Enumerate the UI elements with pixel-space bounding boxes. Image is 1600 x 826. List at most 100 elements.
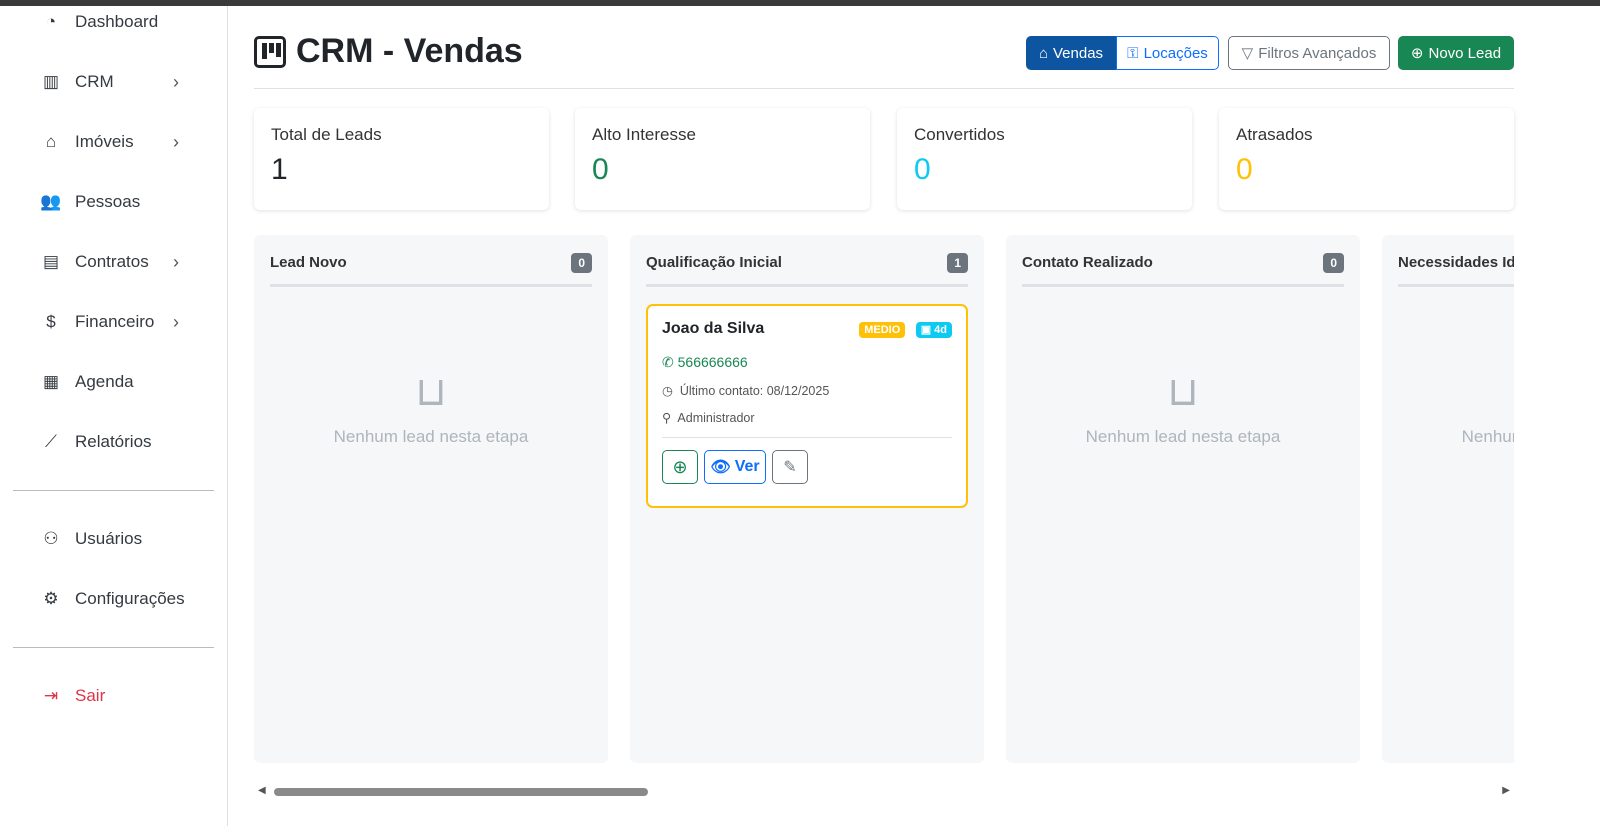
days-badge: ▣ 4d [915, 322, 952, 338]
plus-circle-icon: ⊕ [672, 456, 688, 477]
empty-state: ⊔ Nenhum lead nesta etapa [270, 369, 592, 447]
sidebar: ◔ Dashboard ▥ CRM › ⌂ Imóveis › 👥 Pessoas ▤ Con… [0, 6, 228, 826]
owner-text: Administrador [677, 411, 755, 425]
graph-icon: ⟋ [45, 432, 57, 451]
kanban-column: Contato Realizado 0 ⊔ Nenhum lead nesta et… [1006, 235, 1360, 763]
sidebar-item-pessoas[interactable]: 👥 Pessoas [40, 191, 190, 213]
new-lead-button[interactable]: ⊕ Novo Lead [1398, 36, 1514, 70]
stat-value: 0 [914, 153, 931, 186]
scroll-right-arrow[interactable]: ▶ [1502, 785, 1510, 796]
stat-label: Atrasados [1236, 125, 1313, 144]
whatsapp-icon: ✆ [662, 354, 674, 370]
last-contact: ◷ Último contato: 08/12/2025 [662, 383, 952, 398]
kanban-icon [254, 35, 286, 68]
label: Relatórios [75, 432, 152, 451]
document-icon: ▤ [42, 252, 60, 271]
kanban-column: Lead Novo 0 ⊔ Nenhum lead nesta etapa [254, 235, 608, 763]
kanban-board: Lead Novo 0 ⊔ Nenhum lead nesta etapa Qual… [254, 235, 1514, 763]
sidebar-item-agenda[interactable]: ▦ Agenda [40, 371, 190, 393]
page-title: CRM - Vendas [254, 32, 523, 71]
sidebar-item-dashboard[interactable]: ◔ Dashboard [40, 11, 190, 33]
advanced-filters-button[interactable]: ▽ Filtros Avançados [1228, 36, 1390, 70]
stat-atrasados: Atrasados 0 [1219, 108, 1514, 210]
kanban-column: Qualificação Inicial 1 Joao da Silva MEDIO… [630, 235, 984, 763]
stat-value: 0 [1236, 153, 1253, 186]
scrollbar-thumb[interactable] [274, 788, 648, 796]
inbox-icon: ⊔ [415, 370, 447, 414]
label: Agenda [75, 372, 134, 391]
chevron-right-icon: › [173, 131, 179, 152]
horizontal-scrollbar[interactable]: ◀ ▶ [254, 784, 1514, 800]
add-activity-button[interactable]: ⊕ [662, 450, 698, 484]
inbox-icon: ⊔ [1167, 370, 1199, 414]
stat-label: Alto Interesse [592, 125, 696, 144]
stat-label: Convertidos [914, 125, 1005, 144]
chevron-right-icon: › [173, 311, 179, 332]
sidebar-item-crm[interactable]: ▥ CRM › [40, 71, 190, 93]
chevron-right-icon: › [173, 251, 179, 272]
label: Filtros Avançados [1258, 44, 1377, 62]
plus-circle-icon: ⊕ [1410, 45, 1424, 62]
dollar-icon: $ [46, 312, 56, 331]
count-badge: 0 [571, 252, 592, 273]
stat-label: Total de Leads [271, 125, 382, 144]
label: Sair [75, 686, 106, 705]
key-icon: ⚿ [1127, 44, 1139, 62]
sidebar-item-imoveis[interactable]: ⌂ Imóveis › [40, 131, 190, 153]
label: Dashboard [75, 12, 159, 31]
divider [13, 490, 214, 491]
lead-card[interactable]: Joao da Silva MEDIO ▣ 4d ✆ 566666666 ◷ Úl… [646, 304, 968, 508]
stat-total-leads: Total de Leads 1 [254, 108, 549, 210]
stat-value: 0 [592, 153, 609, 186]
label: Imóveis [75, 132, 134, 151]
divider [13, 647, 214, 648]
label: Vendas [1053, 44, 1104, 62]
label: Configurações [75, 589, 185, 608]
owner: ⚲ Administrador [662, 410, 952, 438]
stat-value: 1 [271, 153, 288, 186]
stat-alto-interesse: Alto Interesse 0 [575, 108, 870, 210]
sidebar-item-contratos[interactable]: ▤ Contratos › [40, 251, 190, 273]
people-icon: 👥 [40, 192, 62, 211]
vendas-tab-button[interactable]: ⌂ Vendas [1026, 36, 1116, 70]
label: Usuários [75, 529, 143, 548]
edit-button[interactable]: ✎ [772, 450, 808, 484]
view-button[interactable]: 👁 Ver [704, 450, 766, 484]
column-title: Qualificação Inicial [646, 254, 782, 271]
days-text: 4d [934, 324, 947, 336]
label: Pessoas [75, 192, 141, 211]
chevron-right-icon: › [173, 71, 179, 92]
phone-link[interactable]: ✆ 566666666 [662, 354, 952, 371]
label: Financeiro [75, 312, 155, 331]
pencil-icon: ✎ [783, 459, 797, 476]
person-icon: ⚲ [662, 411, 672, 425]
sidebar-item-relatorios[interactable]: ⟋ Relatórios [40, 431, 190, 453]
label: Locações [1143, 44, 1208, 62]
interest-badge: MEDIO [859, 322, 906, 338]
stat-convertidos: Convertidos 0 [897, 108, 1192, 210]
sidebar-item-configuracoes[interactable]: ⚙ Configurações [40, 588, 190, 610]
sidebar-item-financeiro[interactable]: $ Financeiro › [40, 311, 190, 333]
column-title: Necessidades Identificadas [1398, 254, 1514, 271]
funnel-icon: ▽ [1241, 45, 1254, 62]
locacoes-tab-button[interactable]: ⚿ Locações [1116, 36, 1219, 70]
sidebar-item-sair[interactable]: ⇥ Sair [40, 685, 190, 707]
house-icon: ⌂ [1038, 44, 1048, 62]
column-title: Contato Realizado [1022, 254, 1153, 271]
eye-icon: 👁 [710, 459, 731, 476]
kanban-column: Necessidades Identificadas0 ⊔Nenhum lead… [1382, 235, 1514, 763]
gear-icon: ⚙ [43, 589, 59, 608]
scroll-left-arrow[interactable]: ◀ [258, 785, 266, 796]
label: Ver [734, 458, 760, 475]
empty-state: ⊔ Nenhum lead nesta etapa [1398, 369, 1514, 447]
label: CRM [75, 72, 114, 91]
speedometer-icon: ◔ [45, 12, 57, 31]
title-text: CRM - Vendas [296, 32, 523, 70]
calendar-icon: ▦ [42, 372, 60, 391]
phone-text: 566666666 [677, 354, 748, 370]
empty-text: Nenhum lead nesta etapa [1085, 427, 1281, 446]
label: Contratos [75, 252, 149, 271]
label: Novo Lead [1428, 44, 1502, 62]
house-icon: ⌂ [45, 132, 57, 151]
sidebar-item-usuarios[interactable]: ⚇ Usuários [40, 528, 190, 550]
